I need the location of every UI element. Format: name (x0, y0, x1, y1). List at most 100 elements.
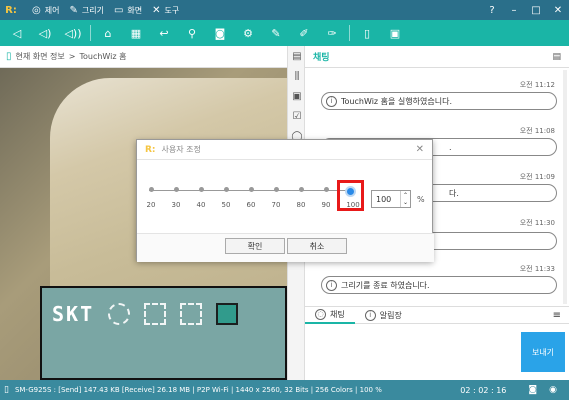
message-time: 오전 11:33 (519, 265, 555, 273)
breadcrumb-current: TouchWiz 홈 (79, 52, 127, 61)
search-icon[interactable]: ⚲ (181, 22, 203, 44)
home-icon[interactable]: ⌂ (97, 22, 119, 44)
chat-input[interactable] (305, 324, 515, 380)
menu-draw[interactable]: ✎ 그리기 (69, 5, 103, 16)
help-button[interactable]: ? (481, 5, 503, 16)
app-logo: R: (5, 4, 17, 16)
menu-control[interactable]: ◎ 제어 (32, 5, 59, 16)
send-button[interactable]: 보내기 (521, 332, 565, 372)
slider-tick-label: 20 (146, 201, 156, 209)
dialog-title: 사용자 조정 (161, 145, 201, 154)
tab-notice[interactable]: i 알림장 (355, 306, 412, 324)
session-timer: 02 : 02 : 16 (460, 385, 507, 395)
toolbar-divider (90, 25, 91, 41)
window-controls: ? – □ ✕ (481, 5, 569, 16)
check-tab-icon[interactable]: ☑ (288, 106, 306, 126)
spin-down-icon[interactable]: ⌄ (403, 199, 408, 206)
title-bar: R: ◎ 제어 ✎ 그리기 ▭ 화면 ✕ 도구 ? – □ ✕ (0, 0, 569, 20)
slider-tick-label: 30 (171, 201, 181, 209)
zoom-dialog: R: 사용자 조정 ✕ 100 ⌃ ⌄ % 확인 취소 20 30 40 50 60 70 8… (136, 139, 434, 262)
info-icon: i (364, 309, 376, 321)
spin-up-icon[interactable]: ⌃ (403, 192, 408, 199)
info-icon: i (326, 95, 337, 107)
phone-screen[interactable]: SKT (40, 286, 287, 380)
volume-mute-icon[interactable]: ◁ (6, 22, 28, 44)
slider-tick[interactable] (199, 187, 204, 192)
cpu-tab-icon[interactable]: ▣ (288, 86, 306, 106)
volume-up-icon[interactable]: ◁)) (62, 22, 84, 44)
chat-header: 채팅 ▤ (305, 46, 569, 68)
phone-status-row: SKT (52, 302, 239, 326)
slider-tick-label: 80 (296, 201, 306, 209)
app-logo: R: (145, 144, 156, 155)
layout-tab-icon[interactable]: ▤ (288, 46, 306, 66)
stylus-icon[interactable]: ✐ (293, 22, 315, 44)
cancel-button[interactable]: 취소 (287, 238, 347, 254)
toolbar-divider (349, 25, 350, 41)
camera-icon[interactable]: ◙ (528, 385, 537, 395)
volume-down-icon[interactable]: ◁) (34, 22, 56, 44)
chart-icon (144, 303, 167, 325)
brush-icon[interactable]: ✑ (321, 22, 343, 44)
close-icon[interactable]: ✕ (416, 144, 424, 155)
message-time: 오전 11:12 (519, 81, 555, 89)
slider-thumb[interactable] (345, 186, 356, 197)
phone-icon: ▯ (6, 51, 12, 62)
record-icon[interactable]: ◉ (549, 385, 557, 395)
info-icon: i (326, 279, 337, 291)
tab-chat[interactable]: ◌ 채팅 (305, 306, 355, 324)
message-bubble: i 그리기를 종료 하였습니다. (321, 276, 557, 294)
phone-icon: ▯ (4, 385, 9, 395)
slider-tick[interactable] (299, 187, 304, 192)
close-button[interactable]: ✕ (547, 5, 569, 16)
menu-screen[interactable]: ▭ 화면 (114, 5, 142, 16)
toolbar: ◁ ◁) ◁)) ⌂ ▦ ↩ ⚲ ◙ ⚙ ✎ ✐ ✑ ▯ ▣ (0, 20, 569, 46)
message-time: 오전 11:09 (519, 173, 555, 181)
slider-tick-label: 50 (221, 201, 231, 209)
carrier-label: SKT (52, 302, 95, 326)
message-bubble: i TouchWiz 홈을 실행하였습니다. (321, 92, 557, 110)
slider-tick[interactable] (149, 187, 154, 192)
clipboard-icon[interactable]: ▤ (552, 52, 561, 62)
image-icon (180, 303, 203, 325)
minimize-button[interactable]: – (503, 5, 525, 16)
back-icon[interactable]: ↩ (153, 22, 175, 44)
breadcrumb: ▯ 현재 화면 정보 > TouchWiz 홈 (0, 46, 287, 68)
slider-tick[interactable] (274, 187, 279, 192)
phone-alt-icon[interactable]: ▣ (384, 22, 406, 44)
dialog-title-bar: R: 사용자 조정 ✕ (137, 140, 432, 160)
phone-icon[interactable]: ▯ (356, 22, 378, 44)
dialog-footer: 확인 취소 (137, 233, 434, 262)
spin-buttons[interactable]: ⌃ ⌄ (400, 191, 410, 207)
sync-icon (108, 303, 131, 325)
slider-tick-label: 90 (321, 201, 331, 209)
sliders-tab-icon[interactable]: ⫼ (288, 66, 306, 86)
slider-selected-label: 100 (346, 201, 360, 209)
pencil-icon: ✎ (69, 4, 78, 16)
message-time: 오전 11:08 (519, 127, 555, 135)
control-icon: ◎ (32, 4, 41, 16)
slider-tick[interactable] (249, 187, 254, 192)
message-time: 오전 11:30 (519, 219, 555, 227)
breadcrumb-root[interactable]: 현재 화면 정보 (16, 51, 65, 62)
pen-icon[interactable]: ✎ (265, 22, 287, 44)
menu-icon[interactable]: ≡ (553, 310, 561, 321)
chat-bubble-icon: ◌ (315, 308, 326, 320)
camera-icon[interactable]: ◙ (209, 22, 231, 44)
slider-tick[interactable] (324, 187, 329, 192)
slider-tick-label: 70 (271, 201, 281, 209)
settings-icon[interactable]: ⚙ (237, 22, 259, 44)
apps-icon[interactable]: ▦ (125, 22, 147, 44)
camera-icon (216, 303, 239, 325)
slider-tick[interactable] (174, 187, 179, 192)
menu-tools[interactable]: ✕ 도구 (152, 5, 179, 16)
chat-scrollbar[interactable] (563, 70, 567, 304)
maximize-button[interactable]: □ (525, 5, 547, 16)
confirm-button[interactable]: 확인 (225, 238, 285, 254)
slider-tick-label: 40 (196, 201, 206, 209)
status-bar: ▯ SM-G925S : [Send] 147.43 KB [Receive] … (0, 380, 569, 400)
device-info: SM-G925S : [Send] 147.43 KB [Receive] 26… (14, 386, 382, 394)
chat-title: 채팅 (313, 53, 330, 63)
zoom-input[interactable]: 100 ⌃ ⌄ (371, 190, 411, 208)
slider-tick[interactable] (224, 187, 229, 192)
